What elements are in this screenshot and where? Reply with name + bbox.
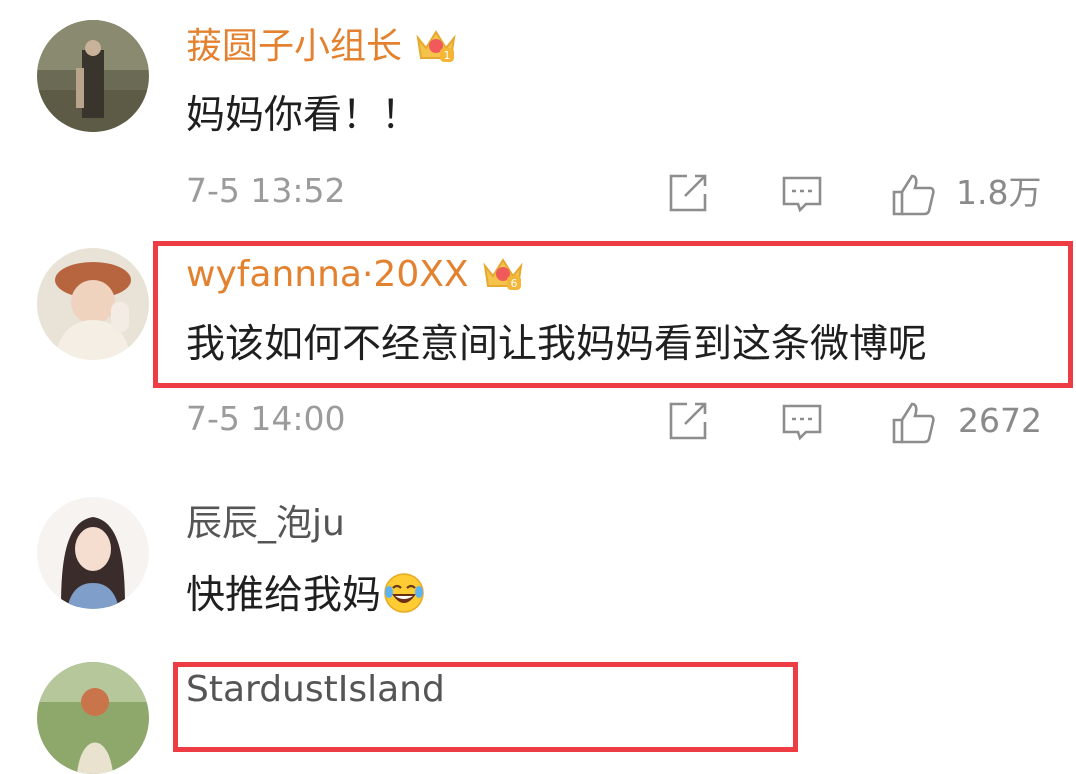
comment-actions: 7-5 13:52 1.8万	[0, 172, 1076, 218]
avatar[interactable]	[37, 20, 149, 132]
comment-time: 7-5 13:52	[186, 171, 346, 210]
comment-text: 我该如何不经意间让我妈妈看到这条微博呢	[186, 322, 928, 367]
comment-actions: 7-5 14:00 2672	[0, 400, 1076, 446]
like-count: 2672	[958, 401, 1042, 440]
thumbs-up-icon[interactable]	[890, 172, 936, 218]
avatar[interactable]	[37, 248, 149, 360]
comment-text: 妈妈你看！！	[186, 93, 421, 138]
share-icon[interactable]	[665, 172, 709, 216]
avatar[interactable]	[37, 497, 149, 609]
crown-badge-icon: 6	[481, 254, 525, 299]
svg-text:1: 1	[444, 49, 451, 62]
laughing-tears-emoji	[383, 572, 425, 621]
comment-icon[interactable]	[780, 400, 824, 444]
username[interactable]: 辰辰_泡ju	[186, 506, 345, 542]
share-icon[interactable]	[665, 400, 709, 444]
username[interactable]: 菝圆子小组长 1	[186, 26, 458, 71]
avatar[interactable]	[37, 662, 149, 774]
username[interactable]: wyfannna·20XX 6	[186, 254, 525, 299]
comment-time: 7-5 14:00	[186, 399, 346, 438]
comment-text: 快推给我妈	[186, 572, 425, 621]
crown-badge-icon: 1	[414, 26, 458, 71]
svg-text:6: 6	[510, 277, 517, 290]
username[interactable]: StardustIsland	[186, 672, 445, 708]
like-count: 1.8万	[956, 173, 1042, 212]
thumbs-up-icon[interactable]	[890, 400, 936, 446]
comment-icon[interactable]	[780, 172, 824, 216]
